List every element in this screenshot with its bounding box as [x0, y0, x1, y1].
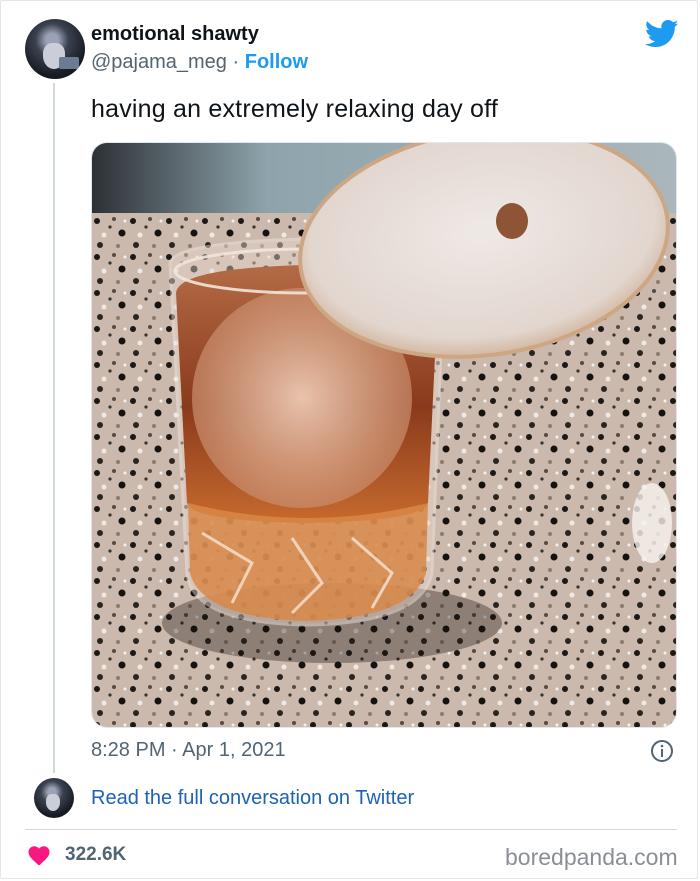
reply-avatar[interactable] — [34, 778, 74, 818]
info-icon[interactable] — [650, 739, 674, 763]
read-conversation-link[interactable]: Read the full conversation on Twitter — [91, 787, 414, 810]
separator: · — [232, 51, 240, 73]
watermark: boredpanda.com — [505, 844, 678, 870]
tweet-card: emotional shawty @pajama_meg · Follow ha… — [0, 0, 698, 879]
display-name[interactable]: emotional shawty — [91, 23, 259, 46]
divider — [25, 829, 677, 830]
like-count: 322.6K — [65, 844, 127, 865]
handle-row: @pajama_meg · Follow — [91, 51, 308, 74]
tweet-text: having an extremely relaxing day off — [91, 95, 498, 123]
avatar[interactable] — [25, 19, 85, 79]
follow-button[interactable]: Follow — [245, 51, 308, 73]
tweet-timestamp[interactable]: 8:28 PM · Apr 1, 2021 — [91, 739, 286, 762]
user-handle[interactable]: @pajama_meg — [91, 51, 227, 73]
photo-illustration — [92, 143, 676, 727]
thread-line — [53, 83, 55, 773]
twitter-bird-icon[interactable] — [645, 19, 679, 49]
tweet-photo[interactable] — [91, 142, 677, 728]
heart-icon[interactable] — [27, 844, 51, 866]
